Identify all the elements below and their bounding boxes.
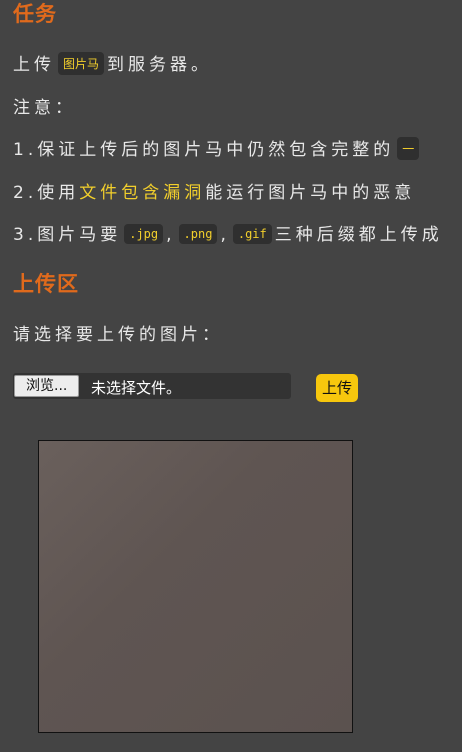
ext-separator: ,: [220, 225, 230, 245]
task-item-2-suffix: 能运行图片马中的恶意: [205, 183, 416, 203]
task-item-1: 1.保证上传后的图片马中仍然包含完整的一: [13, 135, 422, 160]
upload-lab-page: 任务 上传 图片马 到服务器。 注意： 1.保证上传后的图片马中仍然包含完整的一 2…: [0, 0, 462, 752]
file-input[interactable]: 浏览... 未选择文件。: [13, 373, 291, 399]
task-intro-before: 上传: [13, 55, 55, 75]
upload-area-heading: 上传区: [13, 272, 79, 296]
task-heading: 任务: [13, 2, 57, 26]
task-item-2: 2.使用文件包含漏洞能运行图片马中的恶意: [13, 178, 415, 203]
task-item-1-code: 一: [397, 137, 420, 160]
image-horse-code: 图片马: [58, 52, 105, 75]
ext-separator: ,: [166, 225, 176, 245]
task-item-3: 3.图片马要 .jpg, .png, .gif 三种后缀都上传成: [13, 220, 443, 245]
note-label: 注意：: [13, 98, 76, 118]
task-intro-after: 到服务器。: [107, 55, 213, 75]
ext-gif-code: .gif: [232, 224, 272, 244]
image-preview: [38, 440, 353, 733]
task-item-1-text: 1.保证上传后的图片马中仍然包含完整的: [13, 140, 395, 160]
upload-button[interactable]: 上传: [316, 374, 359, 402]
file-status-text: 未选择文件。: [91, 379, 182, 397]
task-item-3-prefix: 3.图片马要: [13, 225, 122, 245]
ext-jpg-code: .jpg: [124, 224, 164, 244]
ext-png-code: .png: [178, 224, 218, 244]
upload-prompt: 请选择要上传的图片：: [13, 325, 223, 345]
task-item-2-prefix: 2.使用: [13, 183, 80, 203]
task-item-3-suffix: 三种后缀都上传成: [274, 225, 443, 245]
browse-button[interactable]: 浏览...: [14, 375, 80, 397]
file-include-vuln-highlight: 文件包含漏洞: [79, 183, 206, 203]
task-intro: 上传 图片马 到服务器。: [13, 50, 212, 75]
